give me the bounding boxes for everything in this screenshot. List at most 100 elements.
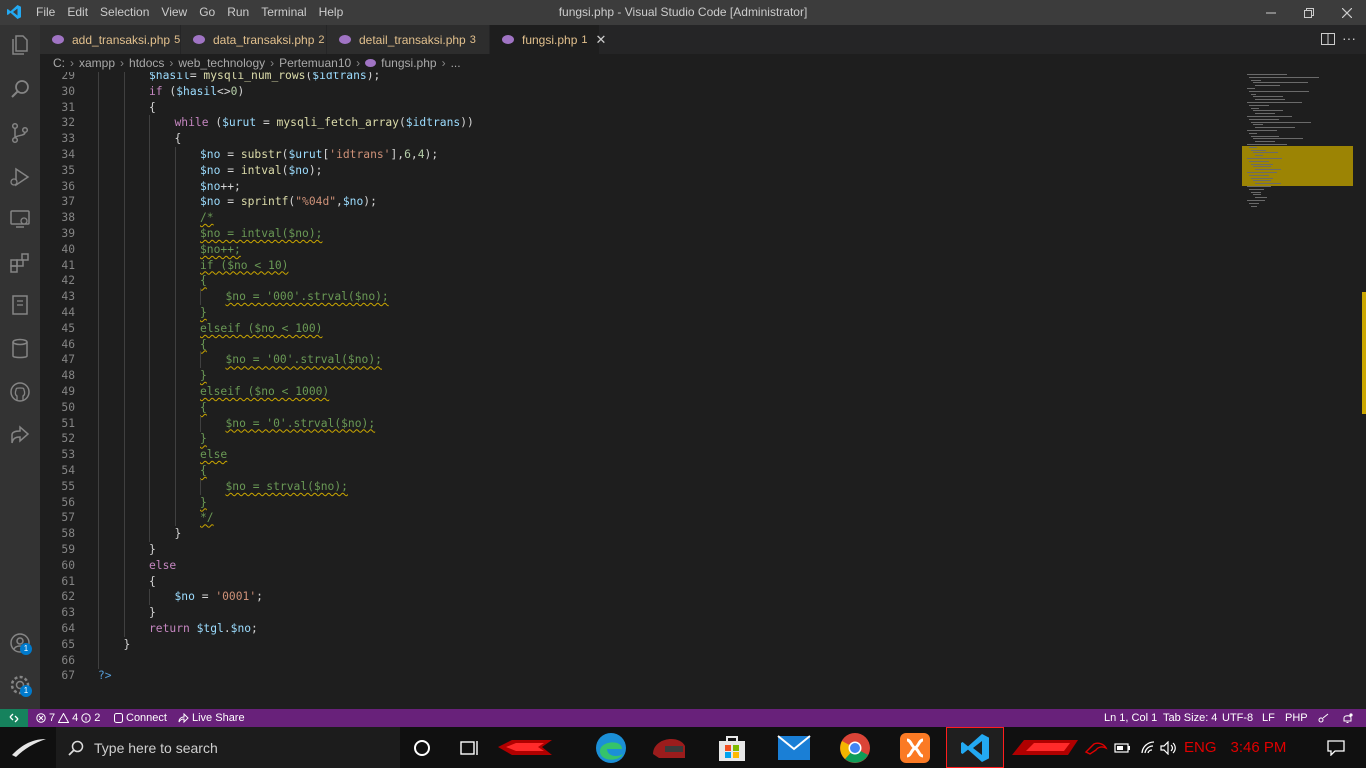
code-line[interactable]: 55 $no = strval($no);	[40, 478, 1240, 495]
source-control-icon[interactable]	[8, 121, 32, 145]
code-line[interactable]: 37 $no = sprintf("%04d",$no);	[40, 194, 1240, 211]
code-line[interactable]: 49 elseif ($no < 1000)	[40, 384, 1240, 400]
code-line[interactable]: 58}	[40, 526, 1240, 543]
code-line[interactable]: 60 else	[40, 557, 1240, 574]
code-line[interactable]: 41 if ($no < 10)	[40, 257, 1240, 274]
database-icon[interactable]	[8, 337, 32, 361]
tab-fungsi[interactable]: fungsi.php 1 ✕	[490, 25, 606, 54]
breadcrumb-item[interactable]: ...	[451, 56, 461, 70]
more-actions-icon[interactable]: ···	[1342, 30, 1356, 46]
close-button[interactable]	[1328, 0, 1366, 25]
breadcrumb-item[interactable]: fungsi.php	[381, 56, 436, 70]
wifi-icon[interactable]	[1140, 740, 1156, 755]
code-line[interactable]: 57 */	[40, 510, 1240, 527]
code-line[interactable]: 38 /*	[40, 210, 1240, 227]
code-line[interactable]: 48}	[40, 368, 1240, 385]
code-line[interactable]: 42 {	[40, 273, 1240, 290]
code-line[interactable]: 51 $no = '0'.strval($no);	[40, 415, 1240, 432]
tab-detail-transaksi[interactable]: detail_transaksi.php 3	[327, 25, 490, 54]
code-line[interactable]: 34 $no = substr($urut['idtrans'],6,4);	[40, 147, 1240, 163]
extensions-icon[interactable]	[8, 251, 32, 275]
tab-add-transaksi[interactable]: add_transaksi.php 5	[40, 25, 181, 54]
run-debug-icon[interactable]	[8, 165, 32, 189]
code-line[interactable]: 43 $no = '000'.strval($no);	[40, 289, 1240, 306]
code-line[interactable]: 54 {	[40, 463, 1240, 479]
menu-help[interactable]: Help	[313, 0, 350, 25]
rog-logo-icon[interactable]	[1084, 740, 1108, 756]
code-line[interactable]: 63}	[40, 605, 1240, 622]
clock-time[interactable]: 3:46 PM	[1231, 739, 1311, 756]
taskbar-app-chrome[interactable]	[826, 727, 884, 768]
breadcrumb-item[interactable]: Pertemuan10	[279, 56, 351, 70]
taskbar-app-mail[interactable]	[765, 727, 823, 768]
end-of-line[interactable]: LF	[1262, 709, 1275, 727]
taskbar-app-edge[interactable]	[582, 727, 640, 768]
code-line[interactable]: 39 $no = intval($no);	[40, 226, 1240, 242]
code-line[interactable]: 46 {	[40, 336, 1240, 353]
menu-go[interactable]: Go	[193, 0, 221, 25]
task-view-icon[interactable]	[460, 739, 480, 757]
code-line[interactable]: 61 {	[40, 573, 1240, 590]
breadcrumb-item[interactable]: xampp	[79, 56, 115, 70]
code-line[interactable]: 59}	[40, 542, 1240, 558]
breadcrumb-item[interactable]: C:	[53, 56, 65, 70]
connect-button[interactable]: Connect	[114, 709, 167, 727]
code-line[interactable]: 31 {	[40, 99, 1240, 116]
code-line[interactable]: 56}	[40, 494, 1240, 511]
code-line[interactable]: 36 $no++;	[40, 178, 1240, 195]
menu-view[interactable]: View	[155, 0, 193, 25]
tab-close-icon[interactable]: ✕	[596, 32, 607, 48]
code-line[interactable]: 67 ?>	[40, 668, 1240, 684]
minimap[interactable]	[1241, 72, 1356, 709]
explorer-icon[interactable]	[8, 33, 32, 57]
code-editor[interactable]: 29 $hasil= mysqli_num_rows($idtrans); 30 if…	[40, 72, 1366, 709]
tab-size[interactable]: Tab Size: 4	[1163, 709, 1217, 727]
taskbar-app-xampp[interactable]	[886, 727, 944, 768]
notification-center-icon[interactable]	[1326, 739, 1345, 756]
code-line[interactable]: 40 $no++;	[40, 241, 1240, 258]
book-icon[interactable]	[8, 293, 32, 317]
restore-button[interactable]	[1290, 0, 1328, 25]
scrollbar-warning-marker[interactable]	[1362, 292, 1366, 414]
menu-run[interactable]: Run	[221, 0, 255, 25]
code-line[interactable]: 33 {	[40, 131, 1240, 148]
notifications-button[interactable]	[1342, 709, 1353, 727]
code-line[interactable]: 65}	[40, 636, 1240, 653]
cursor-position[interactable]: Ln 1, Col 1	[1104, 709, 1157, 727]
split-editor-icon[interactable]	[1320, 31, 1336, 47]
code-line[interactable]: 30 if ($hasil<>0)	[40, 83, 1240, 100]
search-icon[interactable]	[8, 77, 32, 101]
code-line[interactable]: 45 elseif ($no < 100)	[40, 320, 1240, 337]
minimize-button[interactable]	[1252, 0, 1290, 25]
code-line[interactable]: 32 while ($urut = mysqli_fetch_array($idt…	[40, 115, 1240, 132]
menu-file[interactable]: File	[30, 0, 61, 25]
code-line[interactable]: 66	[40, 652, 1240, 669]
code-line[interactable]: 53 else	[40, 447, 1240, 464]
remote-indicator[interactable]	[0, 709, 28, 727]
start-button-icon[interactable]	[8, 733, 48, 761]
language-mode[interactable]: PHP	[1285, 709, 1308, 727]
taskbar-app-vscode[interactable]	[946, 727, 1004, 768]
code-line[interactable]: 44}	[40, 305, 1240, 321]
input-language[interactable]: ENG	[1184, 739, 1217, 756]
remote-explorer-icon[interactable]	[8, 207, 32, 231]
code-line[interactable]: 47 $no = '00'.strval($no);	[40, 352, 1240, 369]
cortana-icon[interactable]	[413, 739, 431, 757]
menu-terminal[interactable]: Terminal	[255, 0, 312, 25]
breadcrumb-item[interactable]: htdocs	[129, 56, 164, 70]
feedback-button[interactable]	[1318, 709, 1329, 727]
menu-edit[interactable]: Edit	[61, 0, 94, 25]
code-line[interactable]: 62 $no = '0001';	[40, 589, 1240, 606]
menu-selection[interactable]: Selection	[94, 0, 155, 25]
code-line[interactable]: 29 $hasil= mysqli_num_rows($idtrans);	[40, 72, 1240, 84]
tab-data-transaksi[interactable]: data_transaksi.php 2	[181, 25, 327, 54]
code-line[interactable]: 50 {	[40, 399, 1240, 416]
taskbar-search[interactable]: Type here to search	[56, 727, 400, 768]
breadcrumb-item[interactable]: web_technology	[178, 56, 265, 70]
encoding[interactable]: UTF-8	[1222, 709, 1253, 727]
code-line[interactable]: 64 return $tgl.$no;	[40, 621, 1240, 637]
taskbar-app-helmet[interactable]	[640, 727, 698, 768]
code-line[interactable]: 52}	[40, 431, 1240, 448]
live-share-button[interactable]: Live Share	[178, 709, 245, 727]
volume-icon[interactable]	[1160, 740, 1178, 755]
